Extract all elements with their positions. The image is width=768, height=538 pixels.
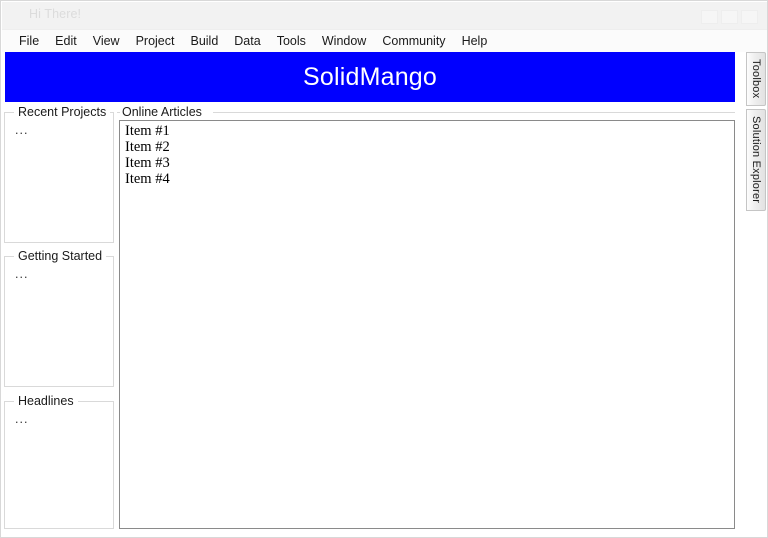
group-recent-projects-content: ...	[15, 123, 29, 137]
list-item[interactable]: Item #1	[120, 123, 734, 139]
menu-item-community[interactable]: Community	[374, 33, 453, 50]
menu-item-edit[interactable]: Edit	[47, 33, 85, 50]
group-headlines: Headlines ...	[4, 394, 114, 529]
menu-item-project[interactable]: Project	[128, 33, 183, 50]
dock-tab-toolbox-label: Toolbox	[750, 59, 762, 99]
application-window: Hi There! File Edit View Project Build D…	[0, 0, 768, 538]
dock-tab-solution-explorer[interactable]: Solution Explorer	[746, 109, 766, 211]
group-headlines-content: ...	[15, 412, 29, 426]
menu-item-tools[interactable]: Tools	[269, 33, 314, 50]
group-online-articles-label: Online Articles	[120, 105, 205, 119]
list-item[interactable]: Item #4	[120, 171, 734, 187]
online-articles-listbox[interactable]: Item #1 Item #2 Item #3 Item #4	[119, 120, 735, 529]
group-recent-projects: Recent Projects ...	[4, 105, 114, 243]
maximize-button[interactable]	[721, 10, 738, 24]
menu-item-build[interactable]: Build	[182, 33, 226, 50]
menu-item-view[interactable]: View	[85, 33, 128, 50]
minimize-button[interactable]	[701, 10, 718, 24]
menu-item-window[interactable]: Window	[314, 33, 374, 50]
product-title: SolidMango	[302, 62, 438, 91]
start-page-banner: SolidMango	[5, 52, 735, 102]
group-online-articles: Online Articles Item #1 Item #2 Item #3 …	[117, 105, 735, 529]
group-getting-started: Getting Started ...	[4, 249, 114, 387]
list-item[interactable]: Item #3	[120, 155, 734, 171]
group-border-segment-right	[213, 112, 735, 113]
list-item[interactable]: Item #2	[120, 139, 734, 155]
title-bar: Hi There!	[2, 2, 767, 30]
group-getting-started-content: ...	[15, 267, 29, 281]
window-title: Hi There!	[29, 7, 82, 21]
menu-item-help[interactable]: Help	[454, 33, 496, 50]
group-getting-started-label: Getting Started	[14, 249, 107, 263]
dock-tab-solution-explorer-label: Solution Explorer	[750, 116, 762, 204]
menu-item-data[interactable]: Data	[226, 33, 268, 50]
close-button[interactable]	[741, 10, 758, 24]
group-recent-projects-label: Recent Projects	[14, 105, 111, 119]
menu-bar: File Edit View Project Build Data Tools …	[2, 30, 767, 52]
menu-item-file[interactable]: File	[11, 33, 47, 50]
dock-tab-toolbox[interactable]: Toolbox	[746, 52, 766, 106]
group-headlines-label: Headlines	[14, 394, 78, 408]
